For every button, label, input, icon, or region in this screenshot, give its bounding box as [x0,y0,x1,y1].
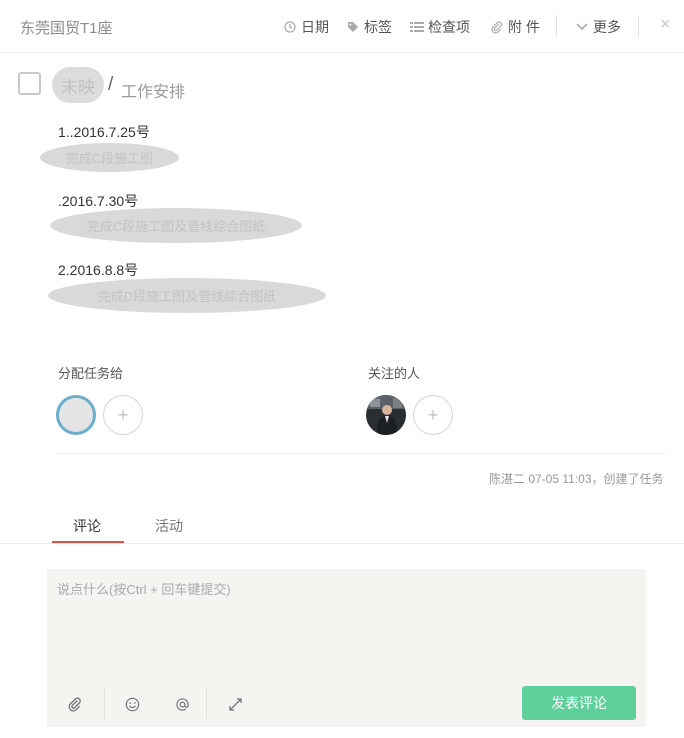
task-title[interactable]: 工作安排 [121,78,185,102]
toolbar-divider [556,15,557,37]
assignee-avatar[interactable] [56,395,96,435]
tab-activity[interactable]: 活动 [155,516,183,536]
task-complete-checkbox[interactable] [18,72,41,95]
created-meta: 陈湛二 07-05 11:03，创建了任务 [489,472,664,486]
title-separator: / [108,74,114,95]
tool-divider [104,687,105,719]
checklist-button[interactable]: 检查项 [410,17,470,37]
followers-label: 关注的人 [368,366,421,381]
tag-button-label: 标签 [364,19,392,35]
description-detail-2-redacted: 完成C段施工图及管线综合图纸 [50,208,302,243]
tag-icon [346,20,360,34]
checklist-button-label: 检查项 [428,19,470,35]
toolbar-divider [638,15,639,37]
description-detail-3-redacted: 完成D段施工图及管线综合图纸 [48,278,326,313]
task-owner-redacted: 未映 [52,67,104,103]
project-name[interactable]: 东莞国贸T1座 [20,17,113,38]
checklist-icon [410,20,424,34]
submit-comment-button[interactable]: 发表评论 [522,686,636,720]
more-button[interactable]: 更多 [575,17,621,37]
tabs-divider [0,543,684,544]
follower-avatar[interactable] [366,395,406,435]
date-button[interactable]: 日期 [283,17,329,37]
description-date-2: .2016.7.30号 [58,193,139,209]
tab-comments[interactable]: 评论 [73,516,101,536]
assignee-label: 分配任务给 [58,366,124,381]
expand-icon[interactable] [224,693,246,715]
at-icon[interactable] [171,693,193,715]
add-assignee-button[interactable]: + [103,395,143,435]
smiley-icon[interactable] [121,693,143,715]
more-button-label: 更多 [593,19,621,35]
comment-box: 发表评论 [47,569,646,727]
tag-button[interactable]: 标签 [346,17,392,37]
paperclip-icon[interactable] [64,693,86,715]
add-follower-button[interactable]: + [413,395,453,435]
attachment-button[interactable]: 附 件 [490,17,540,37]
date-button-label: 日期 [301,19,329,35]
close-icon[interactable]: × [660,14,671,35]
section-divider [56,453,666,454]
attachment-button-label: 附 件 [508,19,540,35]
tool-divider [206,687,207,719]
description-detail-1-redacted: 完成C段施工图 [40,143,179,172]
description-date-1: 1..2016.7.25号 [58,124,150,140]
paperclip-icon [490,20,504,34]
clock-icon [283,20,297,34]
task-header: 东莞国贸T1座 日期 标签 检查项 附 件 更多 × [0,0,684,53]
description-date-3: 2.2016.8.8号 [58,262,139,278]
comment-input[interactable] [57,579,636,679]
chevron-down-icon [575,20,589,34]
